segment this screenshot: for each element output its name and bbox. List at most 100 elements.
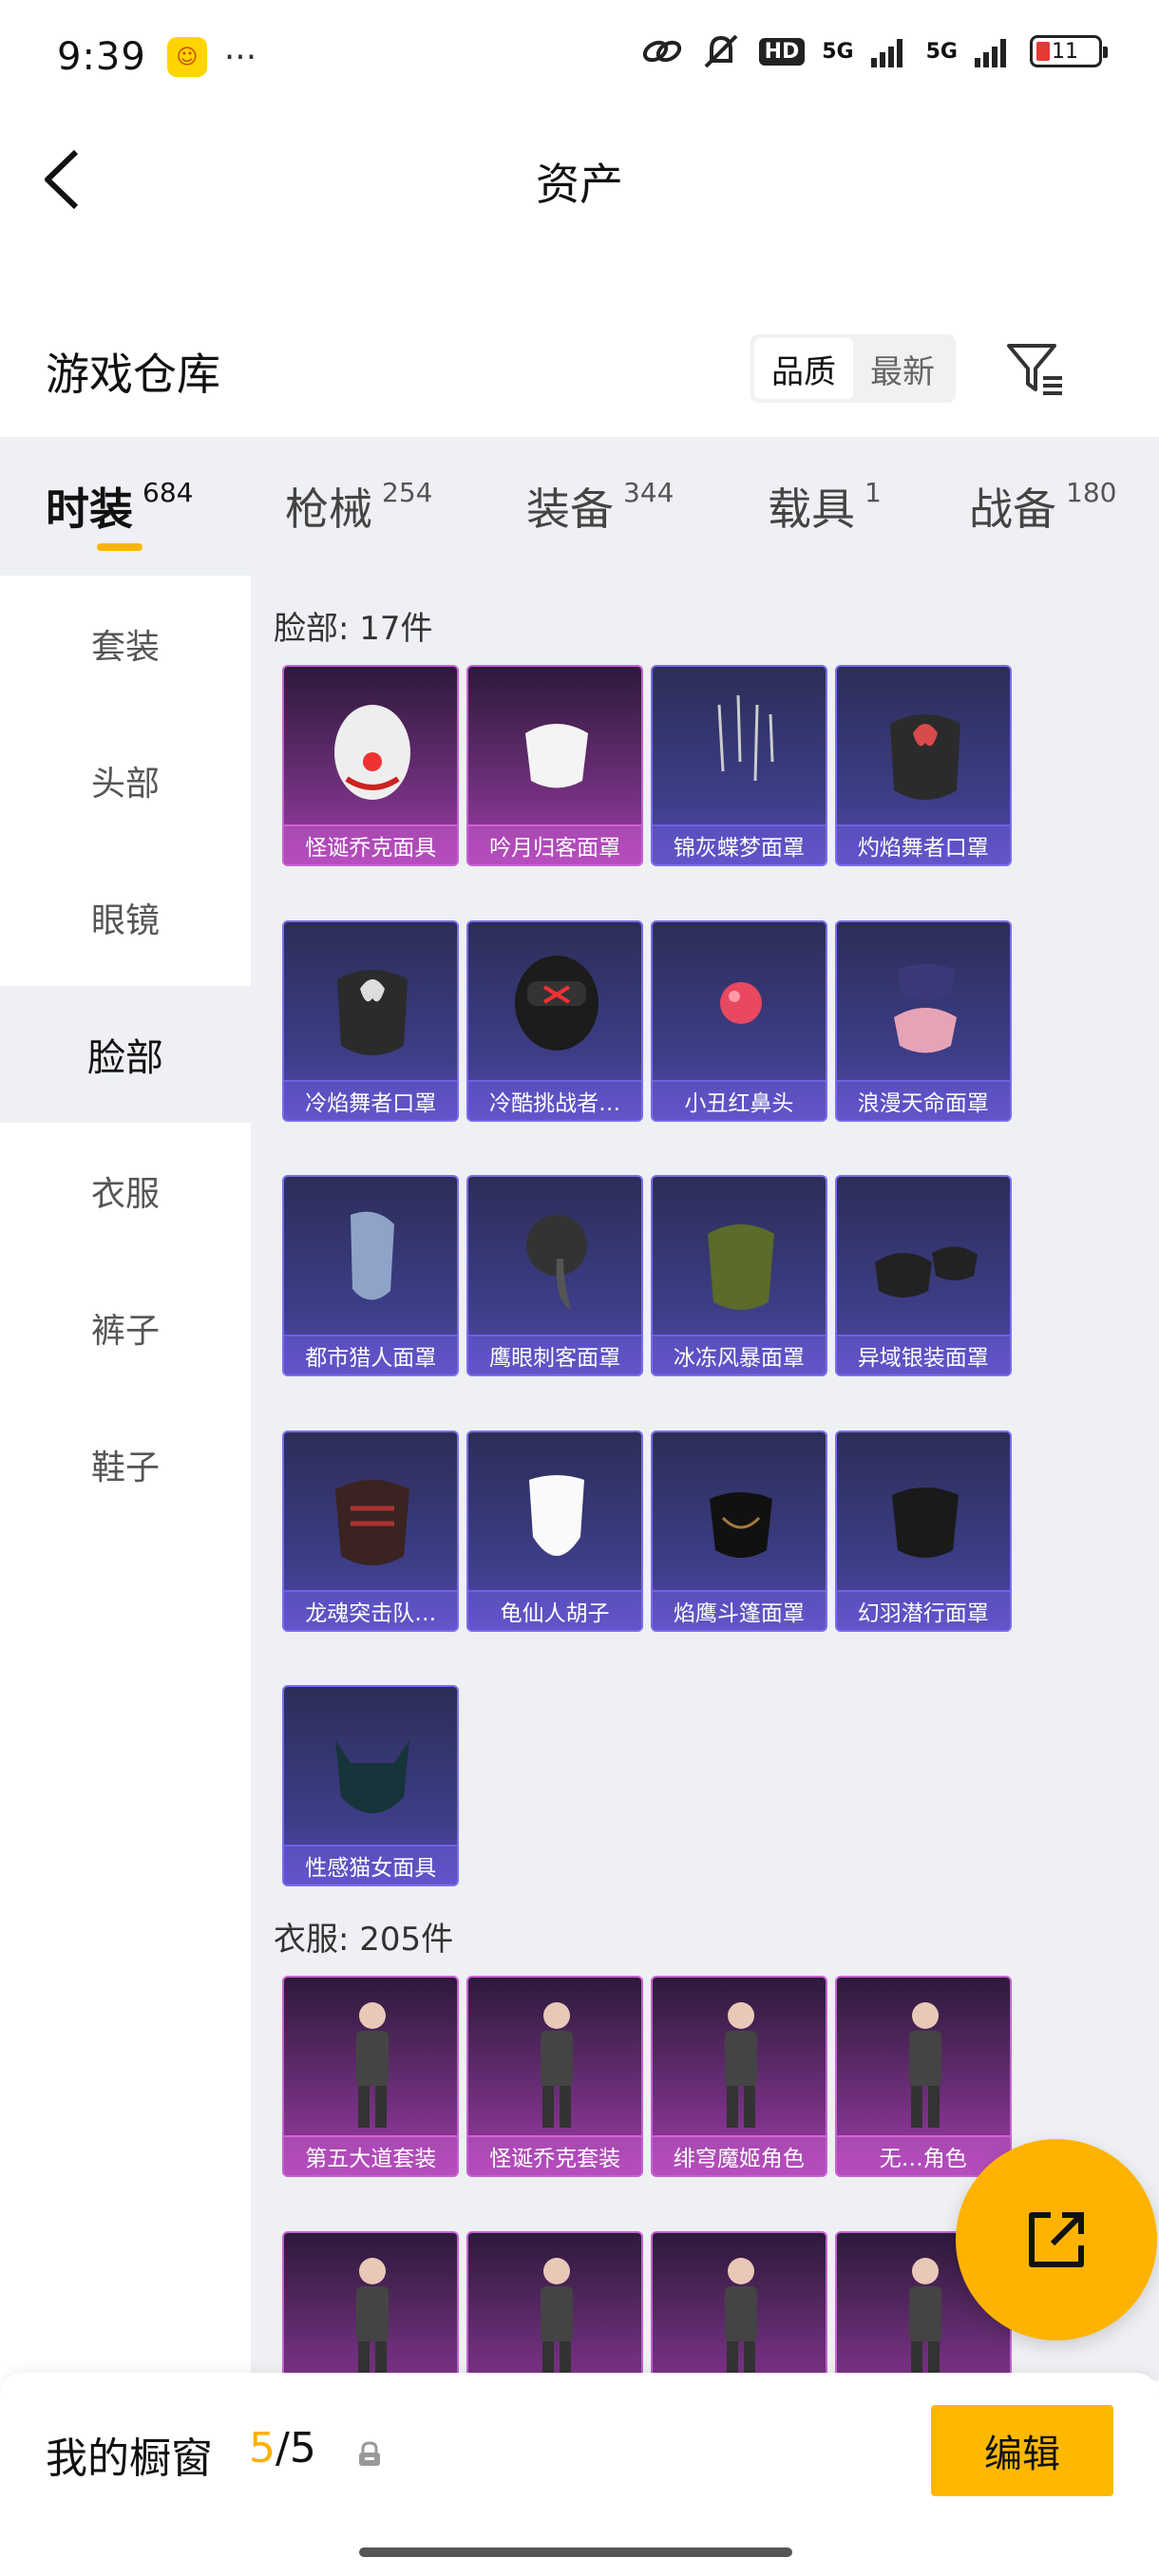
item-image [707, 1224, 774, 1311]
item-card[interactable]: 绯穹魔姬角色 [650, 1976, 827, 2177]
item-name: 冰冻风暴面罩 [652, 1335, 826, 1375]
tab-vehicles[interactable]: 载具 1 [768, 475, 882, 538]
item-name: 吟月归客面罩 [468, 824, 642, 864]
mute-icon [704, 34, 737, 68]
showcase-count: 5/5 [249, 2424, 316, 2472]
item-card[interactable]: 小丑红鼻头 [650, 919, 827, 1122]
item-name: 龙魂突击队… [284, 1589, 458, 1630]
nav-bar: 资产 [0, 114, 1159, 237]
item-name: 怪诞乔克面具 [284, 824, 458, 864]
item-card[interactable]: 都市猎人面罩 [282, 1175, 460, 1377]
sidebar-item-face[interactable]: 脸部 [0, 986, 251, 1123]
item-image [717, 694, 774, 782]
app-notification-icon: ☺ [166, 37, 207, 77]
item-card[interactable]: 异域银装面罩 [834, 1175, 1012, 1377]
tab-label: 载具 [768, 483, 855, 535]
showcase-current: 5 [249, 2424, 276, 2472]
item-card[interactable]: 幻羽潜行面罩 [834, 1430, 1012, 1632]
sidebar-item-glasses[interactable]: 眼镜 [0, 849, 251, 986]
item-name: 性感猫女面具 [284, 1845, 458, 1885]
item-card[interactable]: 吟月归客面罩 [466, 665, 644, 866]
item-card[interactable]: 鹰眼刺客面罩 [466, 1175, 644, 1377]
item-image [351, 1211, 395, 1300]
sidebar-item-shoes[interactable]: 鞋子 [0, 1396, 251, 1533]
home-indicator [359, 2548, 792, 2557]
item-image [335, 1740, 410, 1814]
section-title-face: 脸部: 17件 [274, 610, 433, 648]
item-image [724, 2002, 757, 2128]
item-image [335, 1479, 410, 1565]
item-card[interactable]: 冰冻风暴面罩 [650, 1175, 827, 1377]
item-name: 灼焰舞者口罩 [836, 824, 1010, 864]
item-card[interactable]: 无…角色 [834, 1976, 1012, 2177]
tab-label: 枪械 [285, 483, 372, 535]
sidebar-item-pants[interactable]: 裤子 [0, 1260, 251, 1396]
item-card[interactable]: 性感猫女面具 [282, 1685, 460, 1887]
item-image [908, 2002, 941, 2128]
tab-equipment[interactable]: 装备 344 [526, 475, 674, 538]
tab-guns[interactable]: 枪械 254 [285, 475, 432, 538]
tab-gear[interactable]: 战备 180 [969, 475, 1116, 538]
item-image [724, 2257, 757, 2380]
showcase-total: /5 [276, 2424, 316, 2472]
item-image [337, 969, 408, 1055]
item-name: 都市猎人面罩 [284, 1335, 458, 1375]
item-card[interactable]: 锦灰蝶梦面罩 [650, 665, 827, 866]
more-notifications-icon: ··· [223, 37, 257, 77]
item-name: 龟仙人胡子 [468, 1589, 642, 1630]
sort-newest-option[interactable]: 最新 [853, 338, 952, 399]
item-image [526, 1215, 588, 1311]
signal-icon [870, 39, 902, 67]
item-image [541, 2257, 574, 2380]
item-image [356, 2257, 390, 2380]
item-card[interactable]: 怪诞乔克套装 [466, 1976, 644, 2177]
status-time: 9:39 [57, 35, 146, 79]
showcase-label: 我的橱窗 [46, 2434, 213, 2483]
item-name: 绯穹魔姬角色 [652, 2135, 826, 2175]
sidebar-item-suits[interactable]: 套装 [0, 576, 251, 712]
item-card[interactable]: 浪漫天命面罩 [834, 919, 1012, 1122]
item-name: 小丑红鼻头 [652, 1079, 826, 1120]
tab-count: 684 [142, 477, 194, 508]
item-image [719, 981, 762, 1024]
item-card[interactable]: 怪诞乔克面具 [282, 665, 460, 866]
battery-level: 11 [1052, 40, 1078, 64]
share-fab-button[interactable] [956, 2139, 1157, 2340]
lock-icon [357, 2441, 382, 2472]
sidebar-item-clothes[interactable]: 衣服 [0, 1123, 251, 1260]
item-card[interactable]: 灼焰舞者口罩 [834, 665, 1012, 866]
item-card[interactable]: 冷焰舞者口罩 [282, 919, 460, 1122]
item-card[interactable]: 焰鹰斗篷面罩 [650, 1430, 827, 1632]
item-name: 第五大道套装 [284, 2135, 458, 2175]
item-card[interactable]: 龟仙人胡子 [466, 1430, 644, 1632]
filter-icon [1007, 344, 1062, 395]
active-tab-indicator [97, 543, 142, 551]
item-name: 冷酷挑战者… [468, 1079, 642, 1120]
tab-count: 254 [382, 477, 433, 508]
item-card[interactable] [650, 2230, 827, 2380]
item-image [709, 1491, 772, 1558]
warehouse-title: 游戏仓库 [46, 349, 220, 400]
network-5g-label-2: 5G [925, 39, 958, 64]
filter-button[interactable] [1005, 340, 1066, 401]
status-bar: 9:39 ☺ ··· HD 5G 5G 11 [0, 0, 1159, 114]
item-image [893, 963, 957, 1053]
item-image [889, 714, 960, 800]
item-image [515, 955, 599, 1051]
item-card[interactable] [282, 2230, 460, 2380]
item-card[interactable]: 龙魂突击队… [282, 1430, 460, 1632]
item-image [334, 705, 411, 800]
battery-icon: 11 [1030, 35, 1108, 67]
edit-button[interactable]: 编辑 [931, 2405, 1113, 2496]
tab-fashion[interactable]: 时装 684 [46, 475, 193, 538]
item-card[interactable]: 冷酷挑战者… [466, 919, 644, 1122]
item-card[interactable]: 第五大道套装 [282, 1976, 460, 2177]
share-external-icon [1029, 2212, 1084, 2267]
tab-label: 时装 [46, 483, 133, 535]
sidebar: 套装 头部 眼镜 脸部 衣服 裤子 鞋子 [0, 576, 251, 2380]
item-image [891, 1487, 959, 1558]
tab-count: 1 [864, 477, 882, 508]
sort-quality-option[interactable]: 品质 [754, 338, 853, 399]
item-card[interactable] [466, 2230, 644, 2380]
sidebar-item-head[interactable]: 头部 [0, 712, 251, 849]
